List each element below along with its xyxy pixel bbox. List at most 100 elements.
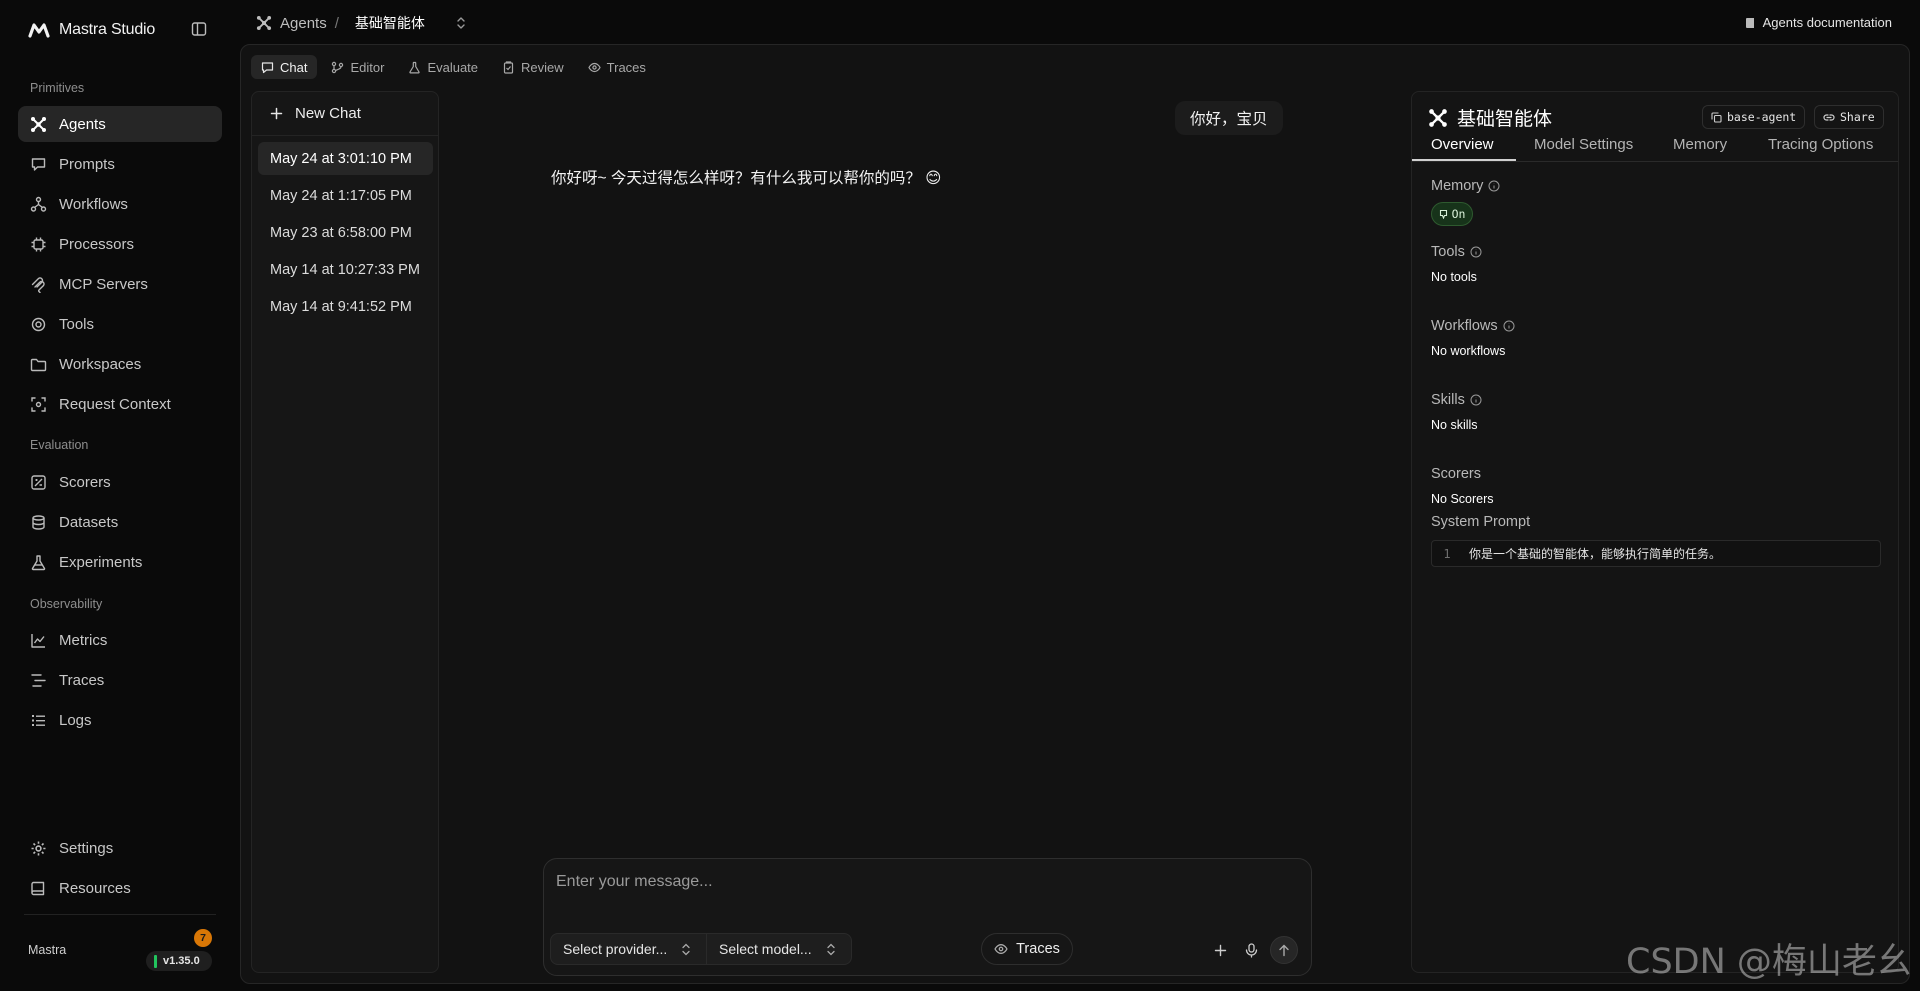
chevrons-up-down-icon bbox=[826, 943, 836, 956]
info-icon[interactable] bbox=[1503, 320, 1515, 332]
sidebar-item-scorers[interactable]: Scorers bbox=[18, 464, 222, 500]
agent-title: 基础智能体 bbox=[1428, 104, 1552, 131]
new-chat-button[interactable]: New Chat bbox=[252, 92, 438, 136]
sidebar-item-label: Workspaces bbox=[59, 355, 142, 373]
plus-icon bbox=[1214, 944, 1227, 957]
sidebar-item-request-context[interactable]: Request Context bbox=[18, 386, 222, 422]
logs-icon bbox=[30, 712, 47, 729]
section-primitives: Primitives bbox=[30, 81, 85, 95]
tab-label: Chat bbox=[280, 59, 308, 75]
mcp-icon bbox=[30, 276, 47, 293]
user-message: 你好，宝贝 bbox=[1175, 101, 1283, 135]
sidebar-item-tools[interactable]: Tools bbox=[18, 306, 222, 342]
tab-tracing-options[interactable]: Tracing Options bbox=[1768, 136, 1873, 153]
scorers-icon bbox=[30, 474, 47, 491]
sidebar-item-label: Resources bbox=[59, 879, 131, 897]
thread-item[interactable]: May 24 at 1:17:05 PM bbox=[258, 179, 433, 212]
sidebar-item-mcp-servers[interactable]: MCP Servers bbox=[18, 266, 222, 302]
version-status-indicator bbox=[154, 954, 157, 968]
provider-select-label: Select provider... bbox=[563, 941, 668, 957]
sidebar-item-label: Scorers bbox=[59, 473, 111, 491]
agent-switcher-chevrons-icon[interactable] bbox=[455, 16, 467, 30]
message-input[interactable]: Enter your message... bbox=[556, 873, 713, 891]
sidebar-item-label: Agents bbox=[59, 115, 106, 133]
editor-icon bbox=[331, 61, 344, 74]
model-select[interactable]: Select model... bbox=[706, 933, 852, 965]
tab-evaluate[interactable]: Evaluate bbox=[398, 55, 488, 79]
agents-icon bbox=[256, 15, 272, 31]
agents-documentation-link[interactable]: Agents documentation bbox=[1745, 15, 1892, 30]
version-badge[interactable]: v1.35.0 bbox=[146, 951, 212, 971]
tab-model-settings[interactable]: Model Settings bbox=[1534, 136, 1633, 153]
tab-label: Editor bbox=[350, 59, 385, 75]
thread-item[interactable]: May 14 at 9:41:52 PM bbox=[258, 290, 433, 323]
thread-item[interactable]: May 24 at 3:01:10 PM bbox=[258, 142, 433, 175]
breadcrumb-agents-link[interactable]: Agents bbox=[280, 15, 327, 32]
database-icon bbox=[30, 514, 47, 531]
sidebar-item-experiments[interactable]: Experiments bbox=[18, 544, 222, 580]
sidebar-item-label: Workflows bbox=[59, 195, 128, 213]
sidebar-item-workflows[interactable]: Workflows bbox=[18, 186, 222, 222]
book-icon bbox=[1745, 17, 1756, 29]
sidebar-item-label: Traces bbox=[59, 671, 105, 689]
sidebar-item-workspaces[interactable]: Workspaces bbox=[18, 346, 222, 382]
sidebar-item-label: Prompts bbox=[59, 155, 115, 173]
book-icon bbox=[30, 880, 47, 897]
brand[interactable]: Mastra Studio bbox=[28, 18, 155, 42]
system-prompt-section-label: System Prompt bbox=[1431, 514, 1530, 530]
line-number: 1 bbox=[1443, 546, 1451, 561]
sidebar-item-resources[interactable]: Resources bbox=[18, 870, 222, 906]
brand-name: Mastra Studio bbox=[59, 21, 156, 38]
traces-icon bbox=[30, 672, 47, 689]
flask-icon bbox=[408, 61, 421, 74]
sidebar-item-prompts[interactable]: Prompts bbox=[18, 146, 222, 182]
workflows-icon bbox=[30, 196, 47, 213]
tab-chat[interactable]: Chat bbox=[251, 55, 318, 79]
tab-overview[interactable]: Overview bbox=[1431, 136, 1494, 153]
sidebar-item-agents[interactable]: Agents bbox=[18, 106, 222, 142]
sidebar-item-label: Logs bbox=[59, 711, 92, 729]
org-name[interactable]: Mastra bbox=[28, 943, 66, 957]
sidebar-item-traces[interactable]: Traces bbox=[18, 662, 222, 698]
voice-input-button[interactable] bbox=[1237, 936, 1265, 964]
system-prompt-label: System Prompt bbox=[1431, 514, 1531, 530]
info-icon[interactable] bbox=[1488, 180, 1500, 192]
traces-toggle-label: Traces bbox=[1016, 941, 1060, 957]
memory-status-badge[interactable]: On bbox=[1431, 202, 1473, 226]
agent-panel-tabs: Overview Model Settings Memory Tracing O… bbox=[1412, 130, 1898, 162]
sidebar-item-logs[interactable]: Logs bbox=[18, 702, 222, 738]
traces-toggle-button[interactable]: Traces bbox=[981, 933, 1073, 965]
sidebar-item-processors[interactable]: Processors bbox=[18, 226, 222, 262]
sidebar-item-settings[interactable]: Settings bbox=[18, 830, 222, 866]
sidebar-item-label: Experiments bbox=[59, 553, 143, 571]
sidebar-item-datasets[interactable]: Datasets bbox=[18, 504, 222, 540]
thread-item[interactable]: May 14 at 10:27:33 PM bbox=[258, 253, 433, 286]
sidebar-item-label: MCP Servers bbox=[59, 275, 148, 293]
thread-item[interactable]: May 23 at 6:58:00 PM bbox=[258, 216, 433, 249]
system-prompt-editor[interactable]: 1 你是一个基础的智能体，能够执行简单的任务。 bbox=[1431, 540, 1881, 567]
sidebar-collapse-icon[interactable] bbox=[190, 20, 208, 38]
processors-icon bbox=[30, 236, 47, 253]
breadcrumb-separator: / bbox=[334, 14, 339, 32]
tab-traces[interactable]: Traces bbox=[578, 55, 656, 79]
info-icon[interactable] bbox=[1470, 246, 1482, 258]
agent-info-panel: 基础智能体 base-agent Share Overview Model Se… bbox=[1411, 91, 1899, 973]
context-icon bbox=[30, 396, 47, 413]
attach-button[interactable] bbox=[1206, 936, 1234, 964]
tab-review[interactable]: Review bbox=[492, 55, 574, 79]
provider-select[interactable]: Select provider... bbox=[550, 933, 708, 965]
info-icon[interactable] bbox=[1470, 394, 1482, 406]
tools-label: Tools bbox=[1431, 244, 1465, 260]
breadcrumb: Agents / 基础智能体 bbox=[256, 12, 467, 34]
notification-count-badge[interactable]: 7 bbox=[194, 929, 212, 947]
send-button[interactable] bbox=[1270, 936, 1298, 964]
tab-editor[interactable]: Editor bbox=[321, 55, 394, 79]
tab-memory[interactable]: Memory bbox=[1673, 136, 1727, 153]
version-label: v1.35.0 bbox=[163, 955, 200, 967]
active-tab-indicator bbox=[1412, 159, 1516, 161]
watermark: CSDN @梅山老幺 bbox=[1626, 942, 1912, 982]
share-button[interactable]: Share bbox=[1814, 105, 1884, 129]
section-evaluation: Evaluation bbox=[30, 438, 89, 452]
sidebar-item-metrics[interactable]: Metrics bbox=[18, 622, 222, 658]
copy-agent-id-button[interactable]: base-agent bbox=[1702, 105, 1806, 129]
